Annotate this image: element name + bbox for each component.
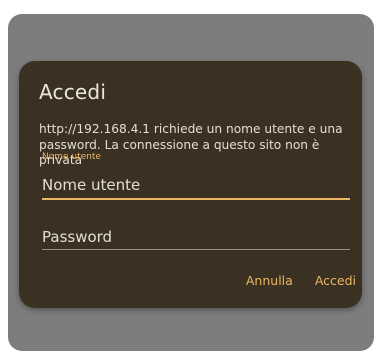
username-floating-label: Nome utente xyxy=(42,152,101,162)
dialog-actions: Annulla Accedi xyxy=(246,273,356,288)
auth-dialog: Accedi http://192.168.4.1 richiede un no… xyxy=(19,61,362,308)
cancel-button[interactable]: Annulla xyxy=(246,273,293,288)
password-field[interactable]: Password xyxy=(42,218,350,254)
username-field[interactable]: Nome utente Nome utente xyxy=(42,152,350,202)
dialog-title: Accedi xyxy=(39,80,107,104)
username-input[interactable]: Nome utente xyxy=(42,176,140,194)
password-underline xyxy=(42,249,350,250)
username-underline xyxy=(42,198,350,200)
password-input[interactable]: Password xyxy=(42,228,112,246)
sign-in-button[interactable]: Accedi xyxy=(315,273,356,288)
